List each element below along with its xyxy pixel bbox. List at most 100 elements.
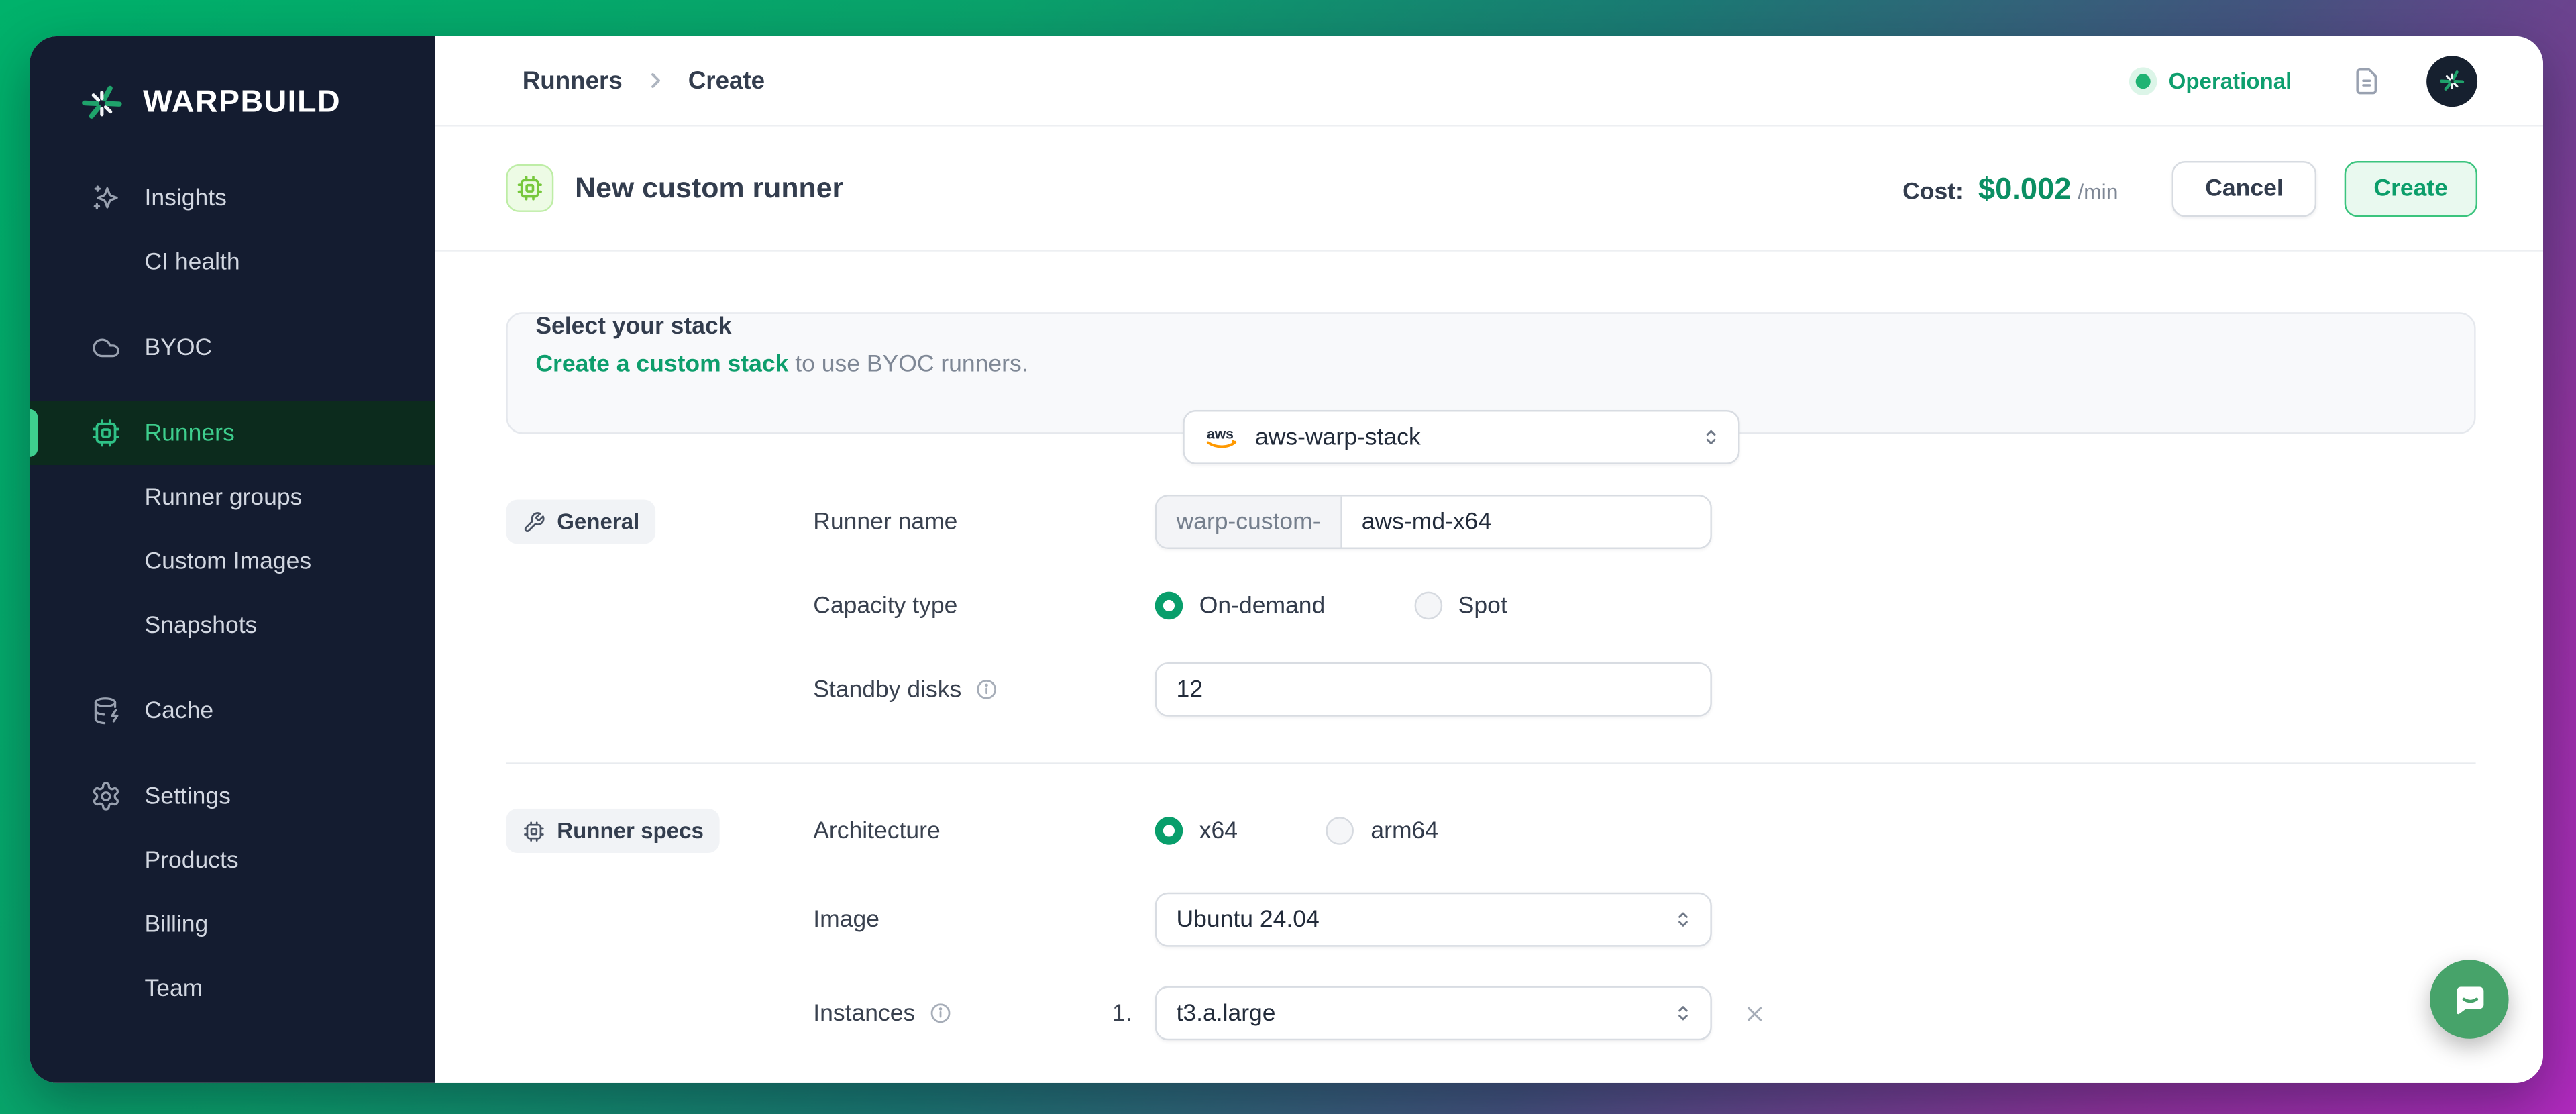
database-zap-icon (91, 695, 122, 727)
radio-label: On-demand (1199, 593, 1326, 619)
sidebar-item-insights[interactable]: Insights (30, 166, 435, 230)
stack-heading: Select your stack (535, 314, 2446, 340)
sidebar-item-ci-health[interactable]: CI health (30, 230, 435, 295)
page-title: New custom runner (575, 171, 843, 205)
avatar[interactable] (2426, 55, 2477, 106)
sidebar-item-byoc[interactable]: BYOC (30, 315, 435, 380)
chevron-right-icon (642, 67, 668, 93)
stack-select-value: aws-warp-stack (1255, 424, 1421, 450)
breadcrumb-parent[interactable]: Runners (523, 66, 623, 95)
cpu-icon (91, 417, 122, 449)
runner-name-input[interactable] (1342, 497, 1710, 548)
breadcrumb-current: Create (688, 66, 765, 95)
document-icon[interactable] (2351, 65, 2382, 97)
sidebar-item-runner-groups[interactable]: Runner groups (30, 465, 435, 529)
desktop-background: WARPBUILD Insights CI health (0, 0, 2576, 1114)
radio-arm64[interactable]: arm64 (1326, 817, 1438, 845)
radio-selected-icon (1155, 592, 1183, 620)
architecture-label: Architecture (813, 817, 1155, 844)
sidebar-item-label: Snapshots (145, 612, 258, 638)
status-indicator[interactable]: Operational (2136, 68, 2292, 93)
title-bar: New custom runner Cost: $0.002 /min Canc… (435, 127, 2543, 252)
stack-select[interactable]: aws aws-warp-stack (1183, 410, 1739, 464)
active-indicator-bar (30, 409, 38, 457)
sidebar-item-billing[interactable]: Billing (30, 893, 435, 957)
stack-subtext-suffix: to use BYOC runners. (795, 352, 1028, 378)
standby-disks-label-wrap: Standby disks (813, 676, 1155, 703)
cancel-button[interactable]: Cancel (2172, 160, 2316, 216)
gear-icon (91, 780, 122, 812)
architecture-row: Runner specs Architecture x64 arm64 (506, 809, 2475, 853)
radio-spot[interactable]: Spot (1414, 592, 1507, 620)
chevron-up-down-icon (1699, 425, 1723, 450)
cost-value: $0.002 (1978, 170, 2072, 206)
chat-icon (2449, 978, 2489, 1019)
radio-label: arm64 (1371, 817, 1438, 844)
general-section-badge: General (506, 499, 656, 544)
main-area: Runners Create Operational (435, 36, 2543, 1083)
chevron-up-down-icon (1671, 1001, 1696, 1025)
sidebar-item-products[interactable]: Products (30, 828, 435, 893)
capacity-type-label: Capacity type (813, 593, 1155, 619)
runner-name-row: General Runner name warp-custom- (506, 495, 2475, 549)
runner-specs-badge: Runner specs (506, 809, 720, 853)
svg-text:aws: aws (1207, 426, 1234, 442)
sidebar-item-label: Custom Images (145, 548, 312, 574)
sidebar-nav: Insights CI health BYOC (30, 166, 435, 1020)
top-header: Runners Create Operational (435, 36, 2543, 127)
aws-logo-icon: aws (1204, 423, 1240, 452)
sidebar-item-label: Products (145, 847, 239, 873)
section-divider (506, 762, 2475, 764)
sidebar-item-label: Runners (145, 420, 235, 446)
sidebar-item-label: Billing (145, 911, 209, 938)
cost-display: Cost: $0.002 /min (1902, 170, 2118, 206)
image-row: Image Ubuntu 24.04 (506, 893, 2475, 947)
sidebar-item-runners[interactable]: Runners (30, 401, 435, 466)
sidebar-item-snapshots[interactable]: Snapshots (30, 593, 435, 658)
capacity-radio-group: On-demand Spot (1155, 592, 2476, 620)
image-select[interactable]: Ubuntu 24.04 (1155, 893, 1712, 947)
info-icon[interactable] (928, 1001, 953, 1025)
sidebar-item-team[interactable]: Team (30, 956, 435, 1021)
info-icon[interactable] (975, 677, 1000, 702)
cloud-icon (91, 332, 122, 364)
runner-name-prefix: warp-custom- (1157, 497, 1342, 548)
sidebar-item-label: Runner groups (145, 484, 303, 510)
avatar-starburst-icon (2438, 66, 2466, 95)
cpu-icon (523, 819, 545, 842)
radio-x64[interactable]: x64 (1155, 817, 1238, 845)
stack-subtext: Create a custom stack to use BYOC runner… (535, 352, 2446, 378)
runner-specs-badge-label: Runner specs (557, 819, 704, 844)
radio-selected-icon (1155, 817, 1183, 845)
general-badge-label: General (557, 509, 639, 534)
stack-panel: Select your stack Create a custom stack … (506, 312, 2475, 434)
instances-row: Instances 1. t3.a.large (506, 986, 2475, 1040)
runner-name-input-group: warp-custom- (1155, 495, 1712, 549)
instance-type-select[interactable]: t3.a.large (1155, 986, 1712, 1040)
sidebar-item-cache[interactable]: Cache (30, 678, 435, 743)
runner-specs-section: Runner specs Architecture x64 arm64 (506, 809, 2475, 1040)
logo-text: WARPBUILD (143, 85, 341, 121)
cost-label: Cost: (1902, 179, 1964, 205)
sidebar-item-label: BYOC (145, 334, 213, 360)
standby-disks-row: Standby disks (506, 662, 2475, 717)
sidebar-item-settings[interactable]: Settings (30, 764, 435, 829)
app-window: WARPBUILD Insights CI health (30, 36, 2543, 1083)
remove-instance-icon[interactable] (1741, 1000, 1768, 1026)
radio-on-demand[interactable]: On-demand (1155, 592, 1326, 620)
sidebar-item-label: Team (145, 975, 203, 1001)
form-content: Select your stack Create a custom stack … (435, 252, 2543, 1083)
create-button[interactable]: Create (2344, 160, 2477, 216)
sidebar-item-label: CI health (145, 249, 240, 275)
create-custom-stack-link[interactable]: Create a custom stack (535, 352, 788, 378)
sidebar: WARPBUILD Insights CI health (30, 36, 435, 1083)
runner-name-label: Runner name (813, 509, 1155, 535)
radio-unselected-icon (1414, 592, 1442, 620)
chat-launcher-button[interactable] (2430, 960, 2509, 1039)
sidebar-item-custom-images[interactable]: Custom Images (30, 529, 435, 594)
instance-control: 1. t3.a.large (1155, 986, 2476, 1040)
capacity-type-row: Capacity type On-demand Spot (506, 592, 2475, 620)
warpbuild-logo-icon (79, 81, 125, 127)
standby-disks-input[interactable] (1155, 662, 1712, 717)
logo: WARPBUILD (79, 81, 435, 127)
